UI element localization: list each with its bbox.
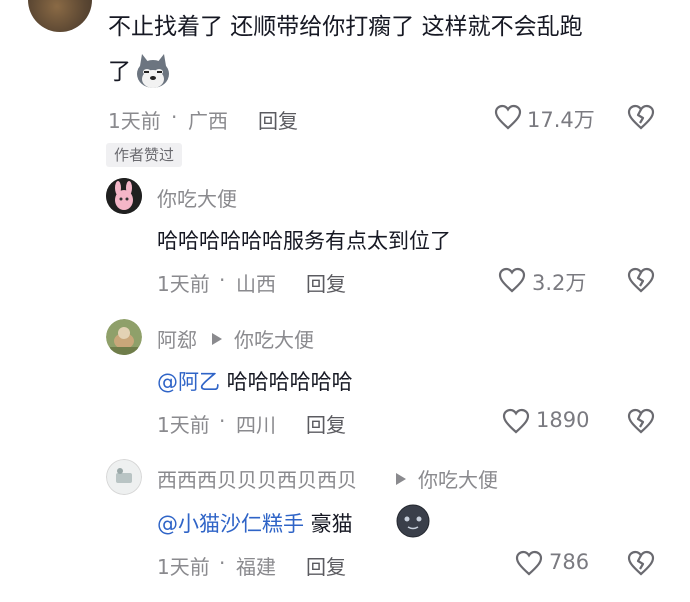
reply-avatar[interactable] [106, 459, 142, 495]
reply-text: @小猫沙仁糕手 豪猫 [157, 508, 353, 538]
comment-location: 广西 [188, 109, 228, 133]
reply-username[interactable]: 你吃大便 [157, 183, 237, 212]
reply-username[interactable]: 阿郄 [157, 324, 197, 353]
like-count: 1890 [536, 408, 590, 432]
triangle-right-icon [212, 330, 222, 349]
like-count: 786 [549, 550, 590, 574]
heart-icon[interactable] [498, 267, 526, 293]
broken-heart-icon[interactable] [627, 267, 655, 293]
reply-button[interactable]: 回复 [306, 551, 346, 580]
broken-heart-icon[interactable] [627, 408, 655, 434]
reply-button[interactable]: 回复 [306, 409, 346, 438]
meta-separator: · [219, 409, 226, 433]
meta-separator: · [219, 268, 226, 292]
reply-time: 1天前 [157, 413, 210, 437]
reply-to-username[interactable]: 你吃大便 [234, 324, 314, 353]
reply-location: 福建 [236, 555, 276, 579]
comment-time: 1天前 [108, 109, 161, 133]
meta-separator: · [219, 551, 226, 575]
reply-to-username[interactable]: 你吃大便 [418, 464, 498, 493]
reply-location: 四川 [236, 413, 276, 437]
author-liked-badge: 作者赞过 [106, 143, 183, 167]
like-count: 17.4万 [527, 108, 595, 132]
heart-icon[interactable] [494, 104, 522, 130]
husky-emoji [134, 54, 172, 90]
reply-button[interactable]: 回复 [258, 105, 298, 134]
reply-avatar[interactable] [106, 319, 142, 355]
broken-heart-icon[interactable] [627, 550, 655, 576]
heart-icon[interactable] [502, 408, 530, 434]
reply-text-body: 哈哈哈哈哈哈 [220, 370, 353, 394]
avatar[interactable] [28, 0, 92, 32]
like-count: 3.2万 [532, 271, 587, 295]
reply-text-body: 豪猫 [304, 512, 353, 536]
reply-time: 1天前 [157, 272, 210, 296]
triangle-right-icon [396, 470, 406, 489]
reply-time: 1天前 [157, 555, 210, 579]
mention-link[interactable]: @阿乙 [157, 370, 220, 394]
meta-separator: · [171, 105, 178, 129]
heart-icon[interactable] [515, 550, 543, 576]
reply-button[interactable]: 回复 [306, 268, 346, 297]
cat-emoji [395, 502, 431, 542]
reply-username[interactable]: 西西西贝贝贝西贝西贝 [157, 464, 357, 493]
reply-location: 山西 [236, 272, 276, 296]
mention-link[interactable]: @小猫沙仁糕手 [157, 512, 304, 536]
broken-heart-icon[interactable] [627, 104, 655, 130]
comment-text-line2: 了 [108, 57, 131, 87]
comment-text-line1: 不止找着了 还顺带给你打瘸了 这样就不会乱跑 [108, 14, 583, 40]
reply-text: @阿乙 哈哈哈哈哈哈 [157, 366, 353, 396]
reply-avatar[interactable] [106, 178, 142, 214]
reply-text: 哈哈哈哈哈哈服务有点太到位了 [157, 229, 451, 253]
comment-text-line2-text: 了 [108, 59, 131, 85]
